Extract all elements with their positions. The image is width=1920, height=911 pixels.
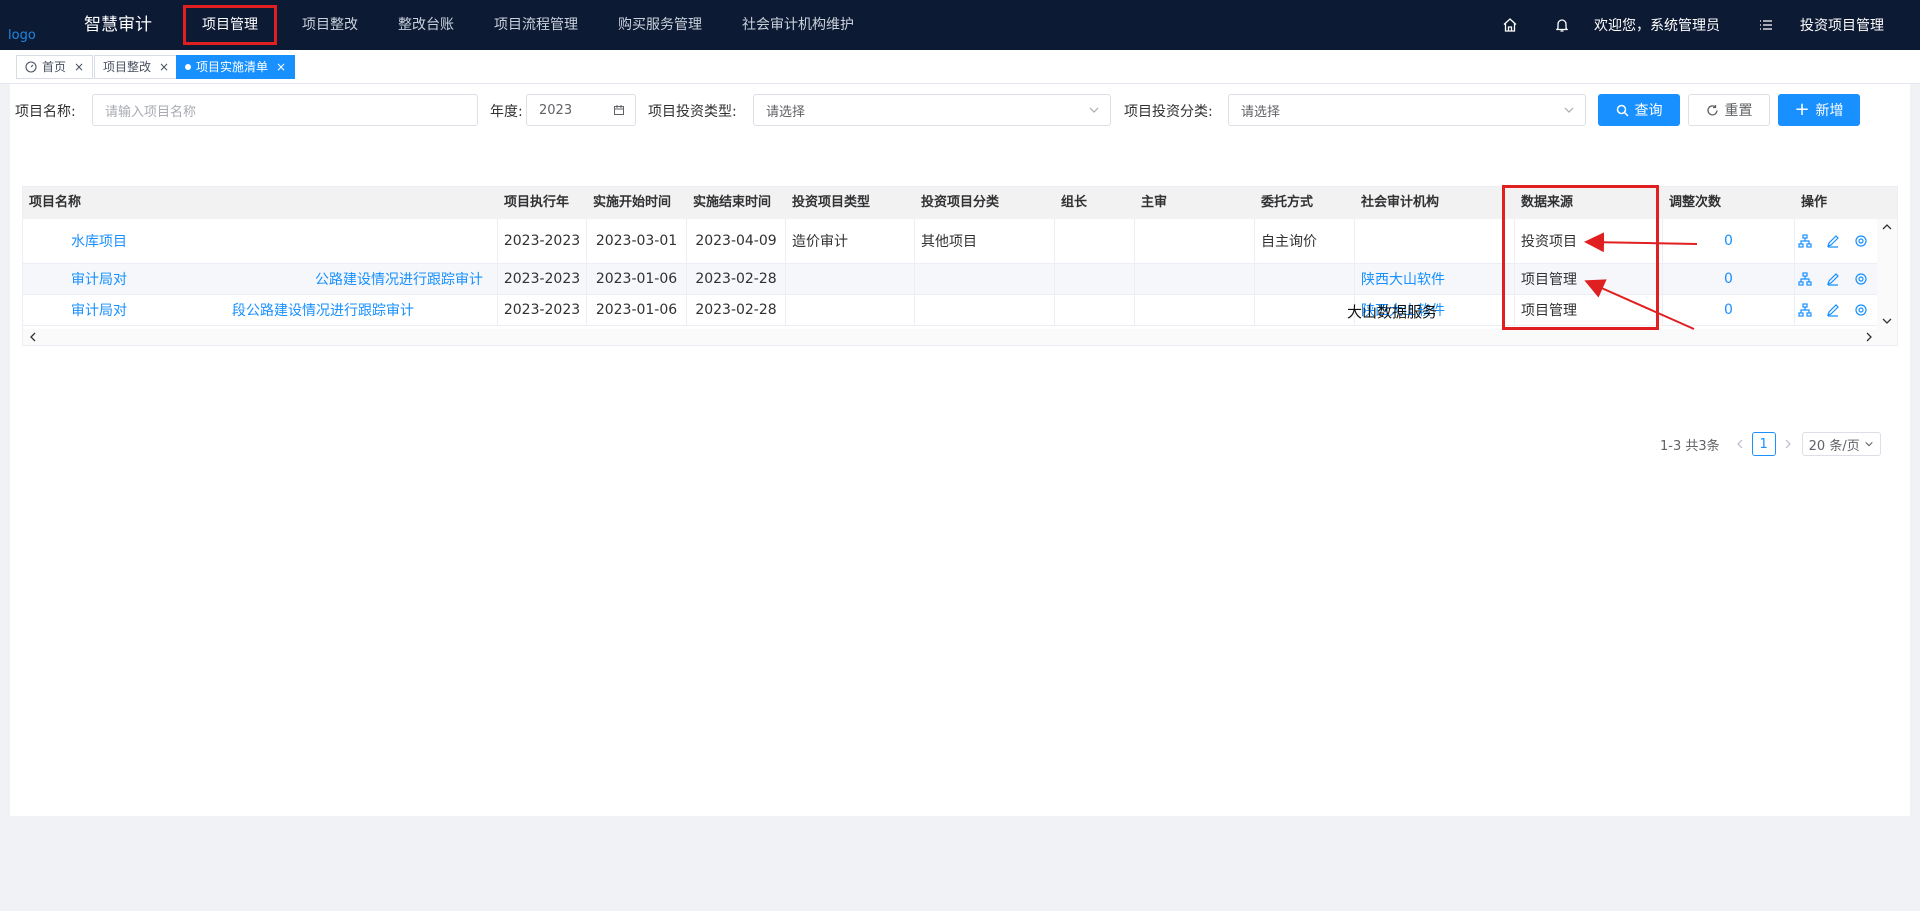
overlay-watermark-text: 大山数据服务 bbox=[1347, 303, 1438, 321]
arrow-annotation bbox=[1584, 279, 1695, 330]
arrow-annotation bbox=[1584, 232, 1698, 253]
annotation-arrows bbox=[1584, 232, 1698, 330]
